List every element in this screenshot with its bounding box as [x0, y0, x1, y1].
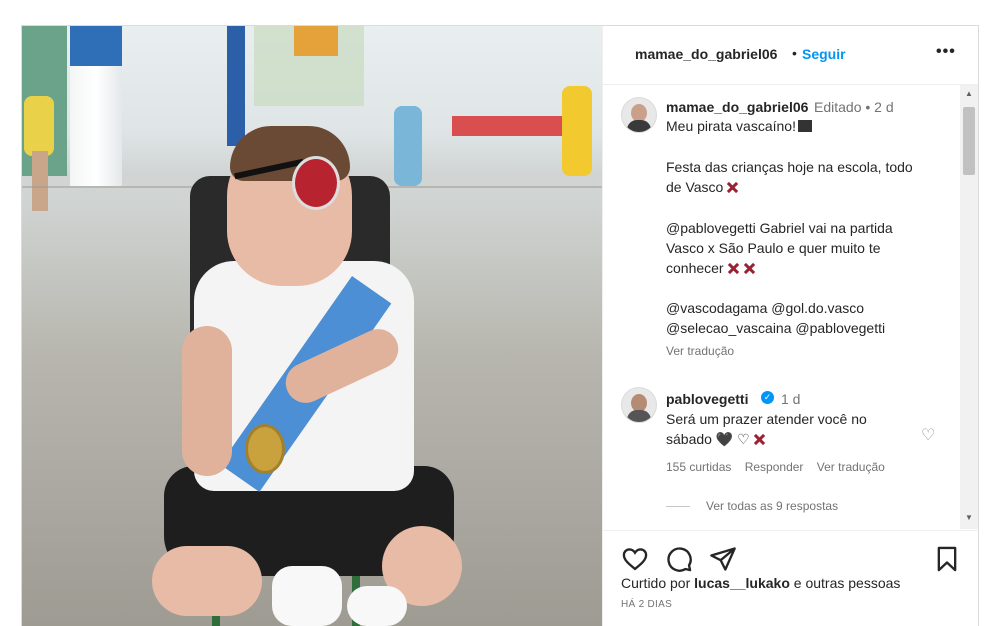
more-options-icon[interactable]: ••• — [936, 43, 956, 61]
heart-icon[interactable] — [621, 545, 649, 573]
separator-dot: • — [792, 45, 797, 61]
commenter-avatar[interactable] — [621, 387, 657, 423]
photo-detail — [227, 26, 245, 146]
photo-detail — [347, 586, 407, 626]
author-avatar[interactable] — [621, 97, 657, 133]
comment-time[interactable]: 1 d — [781, 391, 800, 407]
photo-detail — [152, 546, 262, 616]
caption-username[interactable]: mamae_do_gabriel06 — [666, 99, 808, 115]
send-icon[interactable] — [709, 545, 737, 573]
comment-likes[interactable]: 155 curtidas — [666, 460, 731, 474]
caption-line: @selecao_vascaina @pablovegetti — [666, 320, 886, 336]
photo-detail — [182, 326, 232, 476]
post-header: mamae_do_gabriel06 • Seguir ••• — [603, 26, 978, 85]
comment-actions: 155 curtidas Responder Ver tradução — [666, 460, 895, 474]
divider — [666, 506, 690, 508]
caption-line: de Vasco — [666, 177, 739, 197]
caption-line: Meu pirata vascaíno! — [666, 116, 812, 136]
post-side-panel: mamae_do_gabriel06 • Seguir ••• mamae_do… — [602, 26, 978, 626]
verified-badge-icon: ✓ — [761, 391, 774, 404]
header-username[interactable]: mamae_do_gabriel06 — [635, 46, 777, 62]
post-timestamp[interactable]: HÁ 2 DIAS — [621, 599, 672, 610]
comment-username[interactable]: pablovegetti — [666, 391, 748, 407]
bookmark-icon[interactable] — [933, 545, 961, 573]
vasco-cross-icon — [726, 181, 739, 194]
scroll-down-arrow-icon[interactable]: ▼ — [960, 513, 978, 522]
vasco-cross-icon — [743, 262, 756, 275]
vasco-cross-icon — [727, 262, 740, 275]
caption-line: conhecer — [666, 258, 756, 278]
post-modal: mamae_do_gabriel06 • Seguir ••• mamae_do… — [21, 25, 979, 626]
scrollbar[interactable]: ▲ ▼ — [960, 85, 978, 529]
comments-section[interactable]: mamae_do_gabriel06 Editado • 2 d Meu pir… — [603, 85, 978, 529]
caption-line: @pablovegetti Gabriel vai na partida — [666, 220, 893, 236]
view-replies-button[interactable]: Ver todas as 9 respostas — [666, 499, 838, 513]
pirate-flag-icon — [797, 120, 812, 132]
photo-detail — [32, 151, 48, 211]
comment-text: sábado 🖤 ♡ — [666, 431, 766, 448]
comment-text: Será um prazer atender você no — [666, 411, 867, 427]
photo-detail — [272, 566, 342, 626]
photo-detail — [452, 116, 562, 136]
follow-button[interactable]: Seguir — [802, 46, 846, 62]
caption-translate-link[interactable]: Ver tradução — [666, 344, 734, 358]
photo-detail — [245, 424, 285, 474]
photo-detail — [70, 26, 122, 66]
post-photo[interactable] — [22, 26, 602, 626]
comment-like-heart-icon[interactable]: ♡ — [921, 425, 935, 445]
scroll-thumb[interactable] — [963, 107, 975, 175]
vasco-cross-icon — [753, 433, 766, 446]
scroll-up-arrow-icon[interactable]: ▲ — [960, 89, 978, 98]
photo-detail — [24, 96, 54, 156]
photo-detail — [394, 106, 422, 186]
photo-detail — [562, 86, 592, 176]
caption-line: @vascodagama @gol.do.vasco — [666, 300, 865, 316]
caption-meta: Editado • 2 d — [814, 99, 894, 115]
reply-button[interactable]: Responder — [745, 460, 804, 474]
caption-line: Vasco x São Paulo e quer muito te — [666, 240, 881, 256]
photo-detail — [292, 156, 340, 210]
caption-line: Festa das crianças hoje na escola, todo — [666, 159, 913, 175]
comment-emoji: 🖤 ♡ — [715, 431, 750, 447]
photo-detail — [294, 26, 338, 56]
liked-by-username[interactable]: lucas__lukako — [694, 575, 790, 591]
comment-translate-link[interactable]: Ver tradução — [817, 460, 885, 474]
comment-icon[interactable] — [665, 545, 693, 573]
liked-by-text: Curtido por lucas__lukako e outras pesso… — [621, 575, 901, 591]
